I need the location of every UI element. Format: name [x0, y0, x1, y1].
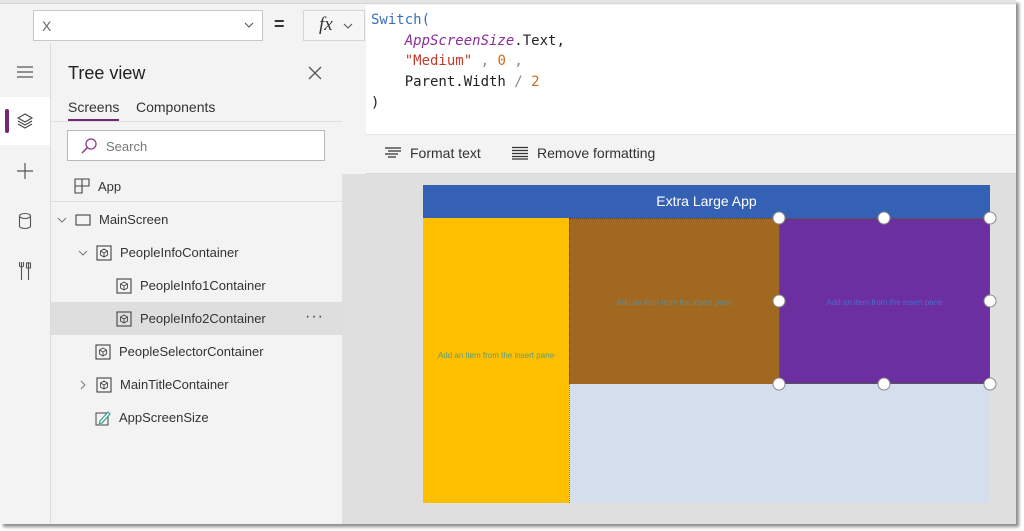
tree-node-label: PeopleSelectorContainer — [119, 344, 264, 359]
resize-handle-bottom-left[interactable] — [772, 377, 786, 391]
container-icon — [96, 244, 112, 261]
tree-node-maintitlecontainer[interactable]: MainTitleContainer — [51, 368, 342, 401]
tree-node-label: App — [98, 178, 122, 194]
insert-hint: Add an item from the insert pane — [437, 351, 555, 360]
resize-handle-bottom[interactable] — [877, 377, 891, 391]
tree-view-title: Tree view — [68, 63, 146, 83]
tree-node-app[interactable]: App — [51, 170, 342, 202]
tree-view-tabs: Screens Components — [51, 97, 342, 122]
tools-icon — [18, 262, 32, 280]
chevron-down-icon — [244, 22, 254, 28]
code-text: Parent.Width — [404, 74, 506, 91]
code-number: 0 — [497, 53, 506, 70]
label-edit-icon — [95, 410, 111, 425]
layers-icon — [16, 113, 34, 129]
tree-node-label: MainTitleContainer — [120, 377, 229, 392]
code-identifier: AppScreenSize — [404, 32, 515, 49]
resize-handle-top-left[interactable] — [772, 211, 786, 225]
main-title-container[interactable]: Extra Large App — [423, 185, 990, 218]
formula-editor[interactable]: Switch( AppScreenSize.Text, "Medium" , 0… — [366, 5, 1016, 135]
tree-node-label: MainScreen — [99, 212, 169, 227]
close-icon[interactable] — [307, 65, 323, 81]
tree-node-peopleinfo1container[interactable]: PeopleInfo1Container — [51, 269, 342, 302]
remove-formatting-icon — [512, 146, 528, 160]
resize-handle-top-right[interactable] — [983, 211, 997, 225]
tree-node-peopleinfo2container[interactable]: PeopleInfo2Container ··· — [51, 302, 342, 335]
app-screen[interactable]: Extra Large App Add an item from the ins… — [423, 185, 997, 503]
code-function: Switch( — [371, 12, 431, 28]
people-info-container-empty — [569, 384, 990, 503]
container-icon — [116, 310, 132, 327]
rail-tools-button[interactable] — [0, 247, 50, 295]
function-icon: fx — [319, 14, 333, 35]
resize-handle-top[interactable] — [877, 211, 891, 225]
hamburger-icon — [17, 66, 33, 78]
tab-screens[interactable]: Screens — [68, 99, 120, 121]
tree-node-label: AppScreenSize — [119, 410, 209, 425]
tree-node-label: PeopleInfoContainer — [120, 245, 239, 260]
format-text-button[interactable]: Format text — [384, 145, 481, 161]
fx-button[interactable]: fx — [303, 10, 365, 41]
tree-node-mainscreen[interactable]: MainScreen — [51, 203, 342, 236]
remove-formatting-label: Remove formatting — [537, 145, 656, 161]
tree-node-peopleinfocontainer[interactable]: PeopleInfoContainer — [51, 236, 342, 269]
chevron-down-icon — [343, 23, 353, 29]
chevron-down-icon[interactable] — [78, 248, 88, 258]
format-text-label: Format text — [410, 145, 481, 161]
formula-code[interactable]: Switch( AppScreenSize.Text, "Medium" , 0… — [371, 10, 565, 114]
search-placeholder: Search — [106, 139, 148, 154]
tree-node-label: PeopleInfo1Container — [140, 278, 266, 293]
rail-tree-view-button[interactable] — [0, 97, 50, 145]
container-icon — [116, 277, 132, 294]
search-input[interactable]: Search — [67, 130, 325, 161]
property-dropdown[interactable]: X — [33, 10, 263, 41]
chevron-down-icon[interactable] — [57, 215, 67, 225]
plus-icon — [17, 163, 33, 179]
top-strip — [0, 0, 1016, 4]
tree-node-appscreensize[interactable]: AppScreenSize — [51, 401, 342, 434]
code-string: "Medium" — [404, 53, 473, 70]
tree-node-peopleselectorcontainer[interactable]: PeopleSelectorContainer — [51, 335, 342, 368]
resize-handle-right[interactable] — [983, 294, 997, 308]
formula-toolbar: Format text Remove formatting — [366, 136, 1016, 174]
container-icon — [96, 376, 112, 393]
people-info1-container[interactable]: Add an item from the insert pane — [569, 218, 779, 384]
container-icon — [95, 343, 111, 360]
search-icon — [81, 138, 97, 154]
chevron-right-icon[interactable] — [78, 380, 88, 390]
equals-sign: = — [274, 14, 285, 34]
tree-view-panel: Tree view Screens Components Search App … — [51, 43, 342, 524]
app-title: Extra Large App — [656, 193, 757, 209]
left-rail — [0, 43, 51, 524]
screen-icon — [75, 213, 91, 226]
insert-hint: Add an item from the insert pane — [826, 298, 943, 307]
code-number: 2 — [531, 74, 540, 91]
app-icon — [74, 178, 90, 194]
property-value: X — [42, 18, 52, 34]
rail-data-button[interactable] — [0, 197, 50, 245]
resize-handle-bottom-right[interactable] — [983, 377, 997, 391]
app-node-content: App — [51, 170, 342, 202]
insert-hint: Add an item from the insert pane — [616, 298, 733, 307]
code-separator: , — [472, 53, 498, 70]
tab-components[interactable]: Components — [136, 99, 215, 119]
code-operator: / — [505, 74, 532, 91]
resize-handle-left[interactable] — [772, 294, 786, 308]
remove-formatting-button[interactable]: Remove formatting — [511, 145, 655, 161]
people-selector-container[interactable]: Add an item from the insert pane — [423, 218, 569, 503]
people-info2-container[interactable]: Add an item from the insert pane — [779, 218, 990, 384]
code-separator: , — [505, 53, 523, 70]
code-text: .Text, — [514, 32, 565, 49]
tree-node-label: PeopleInfo2Container — [140, 311, 266, 326]
more-options-button[interactable]: ··· — [305, 308, 324, 326]
rail-insert-button[interactable] — [0, 147, 50, 195]
database-icon — [18, 212, 32, 230]
rail-menu-button[interactable] — [0, 48, 50, 96]
formula-bar: X = fx — [0, 5, 366, 43]
code-text: ) — [371, 94, 380, 111]
format-text-icon — [385, 147, 401, 158]
